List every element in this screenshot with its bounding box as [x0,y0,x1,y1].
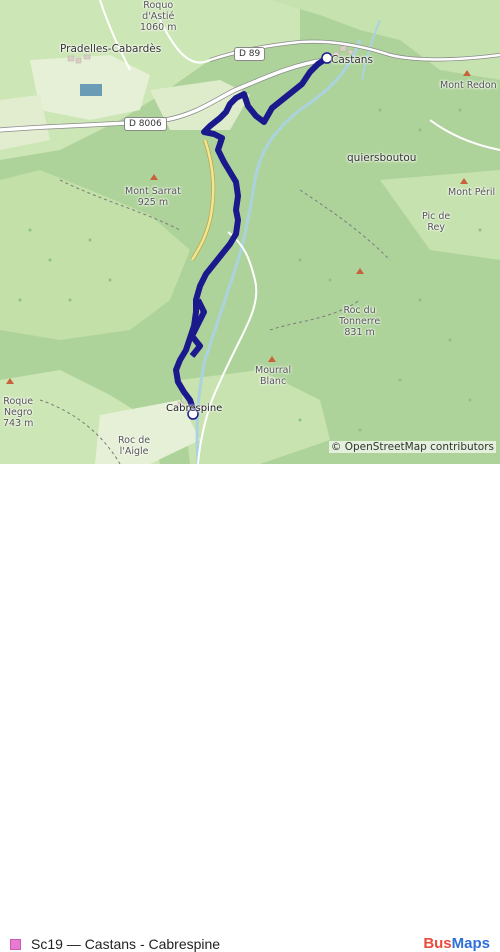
road-shield-d89: D 89 [234,47,266,61]
peak-name-line2: d'Astié [142,11,175,22]
place-label-quiersboutou: quiersboutou [347,152,417,164]
route-color-swatch [10,939,21,950]
peak-name-line2: Rey [427,222,445,233]
map-app: D 89 D 8006 Pradelles-Cabardès Castans q… [0,0,500,952]
brand-part1: Bus [423,935,452,952]
peak-icon [268,356,276,362]
busmaps-logo[interactable]: BusMaps [423,935,490,952]
place-label-pradelles: Pradelles-Cabardès [60,43,162,55]
peak-label-roquo: Roquo d'Astié 1060 m [140,0,176,33]
peak-icon [150,174,158,180]
peak-name-line2: l'Aigle [119,446,149,457]
peak-name-line2: Tonnerre [339,316,381,327]
peak-label-sarrat: Mont Sarrat 925 m [125,186,181,208]
pond [80,84,102,96]
peak-name-line2: Blanc [259,376,287,387]
peak-name: Pic de [422,211,451,222]
map-view[interactable]: D 89 D 8006 Pradelles-Cabardès Castans q… [0,0,500,464]
route-legend-label: Sc19 — Castans - Cabrespine [31,936,221,952]
peak-icon [460,178,468,184]
peak-name-line2: Negro [3,407,33,418]
peak-elevation: 1060 m [140,22,177,33]
peak-label-mourral: Mourral Blanc [255,365,291,387]
peak-name: Mourral [255,365,292,376]
peak-label-peril: Mont Péril [448,187,496,198]
peak-label-aigle: Roc de l'Aigle [118,435,150,457]
place-label-cabrespine: Cabrespine [166,403,223,414]
map-attribution[interactable]: © OpenStreetMap contributors [328,441,496,453]
peak-label-picrey: Pic de Rey [422,211,450,233]
peak-icon [6,378,14,384]
peak-name: Mont Sarrat [125,186,181,197]
peak-label-roquenegro: Roque Negro 743 m [3,396,33,429]
brand-part2: Maps [451,935,490,952]
peak-label-redon: Mont Redon [440,80,497,91]
peak-elevation: 831 m [344,327,375,338]
peak-name: Roc de [118,435,151,446]
peak-elevation: 925 m [137,197,169,208]
peak-name: Roc du [343,305,376,316]
legend-footer: Sc19 — Castans - Cabrespine BusMaps [0,464,500,952]
peak-label-tonnerre: Roc du Tonnerre 831 m [339,305,380,338]
peak-elevation: 743 m [3,418,34,429]
peak-icon [356,268,364,274]
place-label-castans: Castans [331,54,373,66]
peak-name: Roque [3,396,34,407]
peak-icon [463,70,471,76]
peak-name: Roquo [143,0,174,11]
road-shield-d8006: D 8006 [124,117,167,131]
